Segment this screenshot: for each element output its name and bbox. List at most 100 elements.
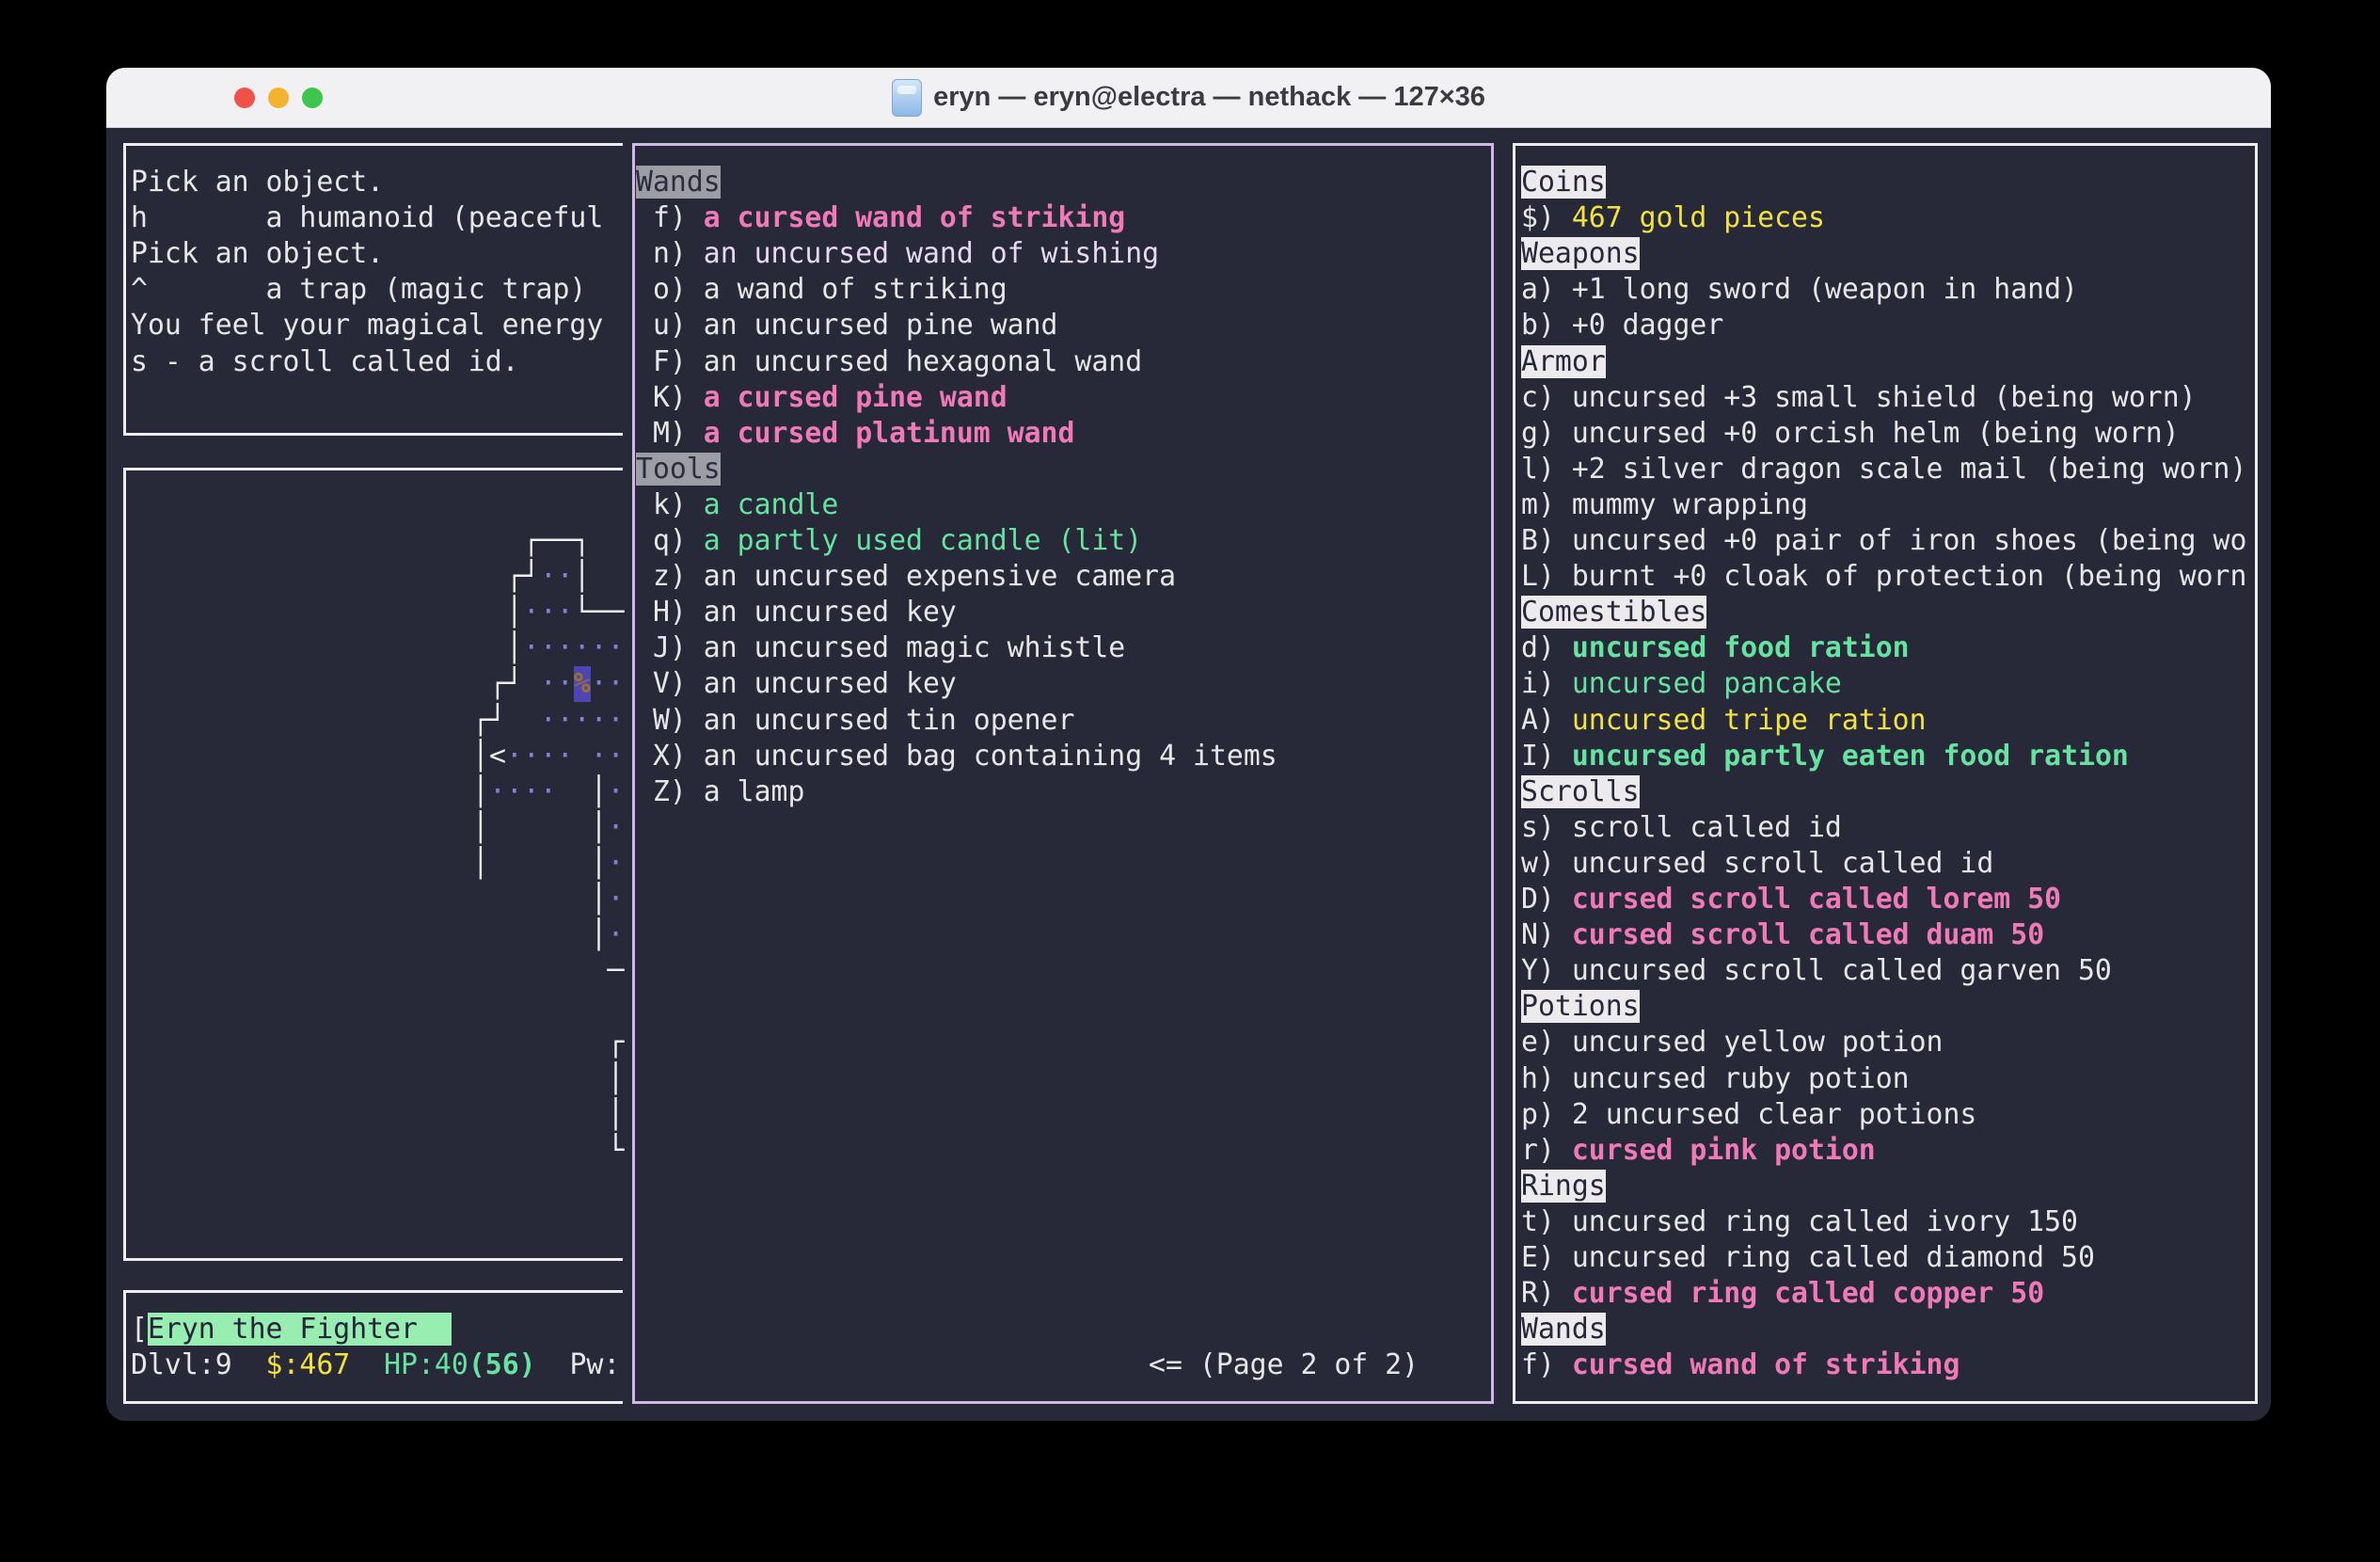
zoom-button[interactable] (302, 88, 323, 108)
inventory-line: b) +0 dagger (1521, 308, 1723, 343)
floor-dot: · (540, 596, 557, 629)
menu-item[interactable]: k) a candle (636, 487, 838, 523)
map-empty (574, 1062, 591, 1095)
inventory-line: Wands (1521, 1312, 1606, 1347)
map-empty (523, 1026, 540, 1059)
map-empty (489, 990, 506, 1023)
title-bar[interactable]: eryn — eryn@electra — nethack — 127×36 (106, 68, 2271, 128)
floor-dot: · (557, 740, 574, 773)
menu-item[interactable]: Wands (636, 165, 721, 200)
terminal-window[interactable]: eryn — eryn@electra — nethack — 127×36 P… (106, 68, 2271, 1421)
map-row: ┌┘ ··%·· (472, 666, 625, 702)
text-segment: I) (1521, 740, 1572, 773)
map-row: ┌ (472, 1025, 625, 1060)
category-header: Rings (1521, 1170, 1606, 1203)
text-segment: uncursed partly eaten food ration (1572, 740, 2129, 773)
wall: ┘ (506, 667, 523, 700)
floor-dot: · (540, 740, 557, 773)
map-row (472, 989, 625, 1025)
menu-item[interactable]: K) a cursed pine wand (636, 380, 1008, 416)
status-bracket: [ (131, 1313, 148, 1346)
text-segment: W) (636, 704, 704, 737)
floor-dot: · (608, 883, 625, 916)
map-cursor-item: % (574, 666, 591, 702)
map-empty (506, 524, 523, 557)
map-empty (506, 954, 523, 987)
floor-dot: · (557, 631, 574, 664)
map-empty (472, 883, 489, 916)
map-empty (591, 560, 608, 593)
menu-item[interactable]: Z) a lamp (636, 774, 804, 810)
map-empty (574, 954, 591, 987)
map-empty (523, 1134, 540, 1167)
terminal-proxy-icon (892, 79, 922, 117)
text-segment: B) uncursed +0 pair of iron shoes (being… (1521, 524, 2246, 557)
text-segment: Dlvl:9 (131, 1348, 266, 1381)
map-empty (574, 990, 591, 1023)
menu-item[interactable]: f) a cursed wand of striking (636, 200, 1125, 236)
window-title-group: eryn — eryn@electra — nethack — 127×36 (892, 79, 1485, 117)
menu-item[interactable]: J) an uncursed magic whistle (636, 630, 1125, 666)
menu-item[interactable]: q) a partly used candle (lit) (636, 523, 1142, 559)
minimize-button[interactable] (268, 88, 289, 108)
floor-dot: · (557, 596, 574, 629)
text-segment: f) (636, 201, 704, 234)
wall: └ (608, 1134, 625, 1167)
map-empty (557, 1062, 574, 1095)
map-empty (591, 1026, 608, 1059)
text-segment: HP:40 (384, 1348, 468, 1381)
menu-item[interactable]: z) an uncursed expensive camera (636, 559, 1176, 595)
menu-item[interactable]: W) an uncursed tin opener (636, 703, 1074, 739)
text-segment: r) (1521, 1134, 1572, 1167)
text-segment: an uncursed expensive camera (704, 560, 1176, 593)
map-empty (489, 1134, 506, 1167)
text-segment: f) (1521, 1348, 1572, 1381)
inventory-line: i) uncursed pancake (1521, 666, 1842, 702)
map-row: │···└── (472, 595, 625, 630)
inventory-line: d) uncursed food ration (1521, 630, 1910, 666)
floor-dot: · (523, 631, 540, 664)
text-segment: k) (636, 488, 704, 521)
map-row: ─ (472, 953, 625, 989)
floor-dot: · (489, 775, 506, 808)
text-segment: cursed scroll called duam 50 (1572, 918, 2044, 951)
map-empty (557, 1134, 574, 1167)
map-empty (523, 811, 540, 844)
map-empty (523, 1062, 540, 1095)
inventory-line: h) uncursed ruby potion (1521, 1061, 1910, 1097)
map-empty (489, 524, 506, 557)
menu-item[interactable]: u) an uncursed pine wand (636, 308, 1058, 343)
map-empty (472, 667, 489, 700)
text-segment: an uncursed key (704, 596, 957, 629)
text-segment: m) mummy wrapping (1521, 488, 1808, 521)
menu-item[interactable]: X) an uncursed bag containing 4 items (636, 739, 1277, 774)
map-empty (608, 990, 625, 1023)
menu-item[interactable]: M) a cursed platinum wand (636, 416, 1074, 452)
menu-item[interactable]: H) an uncursed key (636, 595, 957, 630)
text-segment: cursed scroll called lorem 50 (1572, 883, 2061, 916)
traffic-lights (234, 68, 323, 127)
map-empty (472, 1134, 489, 1167)
menu-item[interactable]: V) an uncursed key (636, 666, 957, 702)
close-button[interactable] (234, 88, 255, 108)
text-segment: i) (1521, 667, 1572, 700)
status-stats-line: Dlvl:9 $:467 HP:40(56) Pw: (131, 1347, 620, 1383)
wall: │ (591, 775, 608, 808)
message-window: Pick an object.h a humanoid (peacefulPic… (123, 143, 623, 436)
inventory-line: $) 467 gold pieces (1521, 200, 1825, 236)
menu-item[interactable]: Tools (636, 452, 721, 487)
menu-item[interactable]: o) a wand of striking (636, 272, 1008, 308)
map-empty (489, 631, 506, 664)
map-empty (608, 560, 625, 593)
map-empty (506, 847, 523, 880)
menu-item[interactable]: F) an uncursed hexagonal wand (636, 344, 1142, 380)
menu-item[interactable]: n) an uncursed wand of wishing (636, 236, 1159, 272)
map-empty (489, 560, 506, 593)
map-row: │······ (472, 630, 625, 666)
map-empty (489, 954, 506, 987)
wall: ┌ (608, 1026, 625, 1059)
inventory-line: g) uncursed +0 orcish helm (being worn) (1521, 416, 2180, 452)
wall: │ (472, 811, 489, 844)
wall: │ (591, 883, 608, 916)
map-empty (540, 811, 557, 844)
